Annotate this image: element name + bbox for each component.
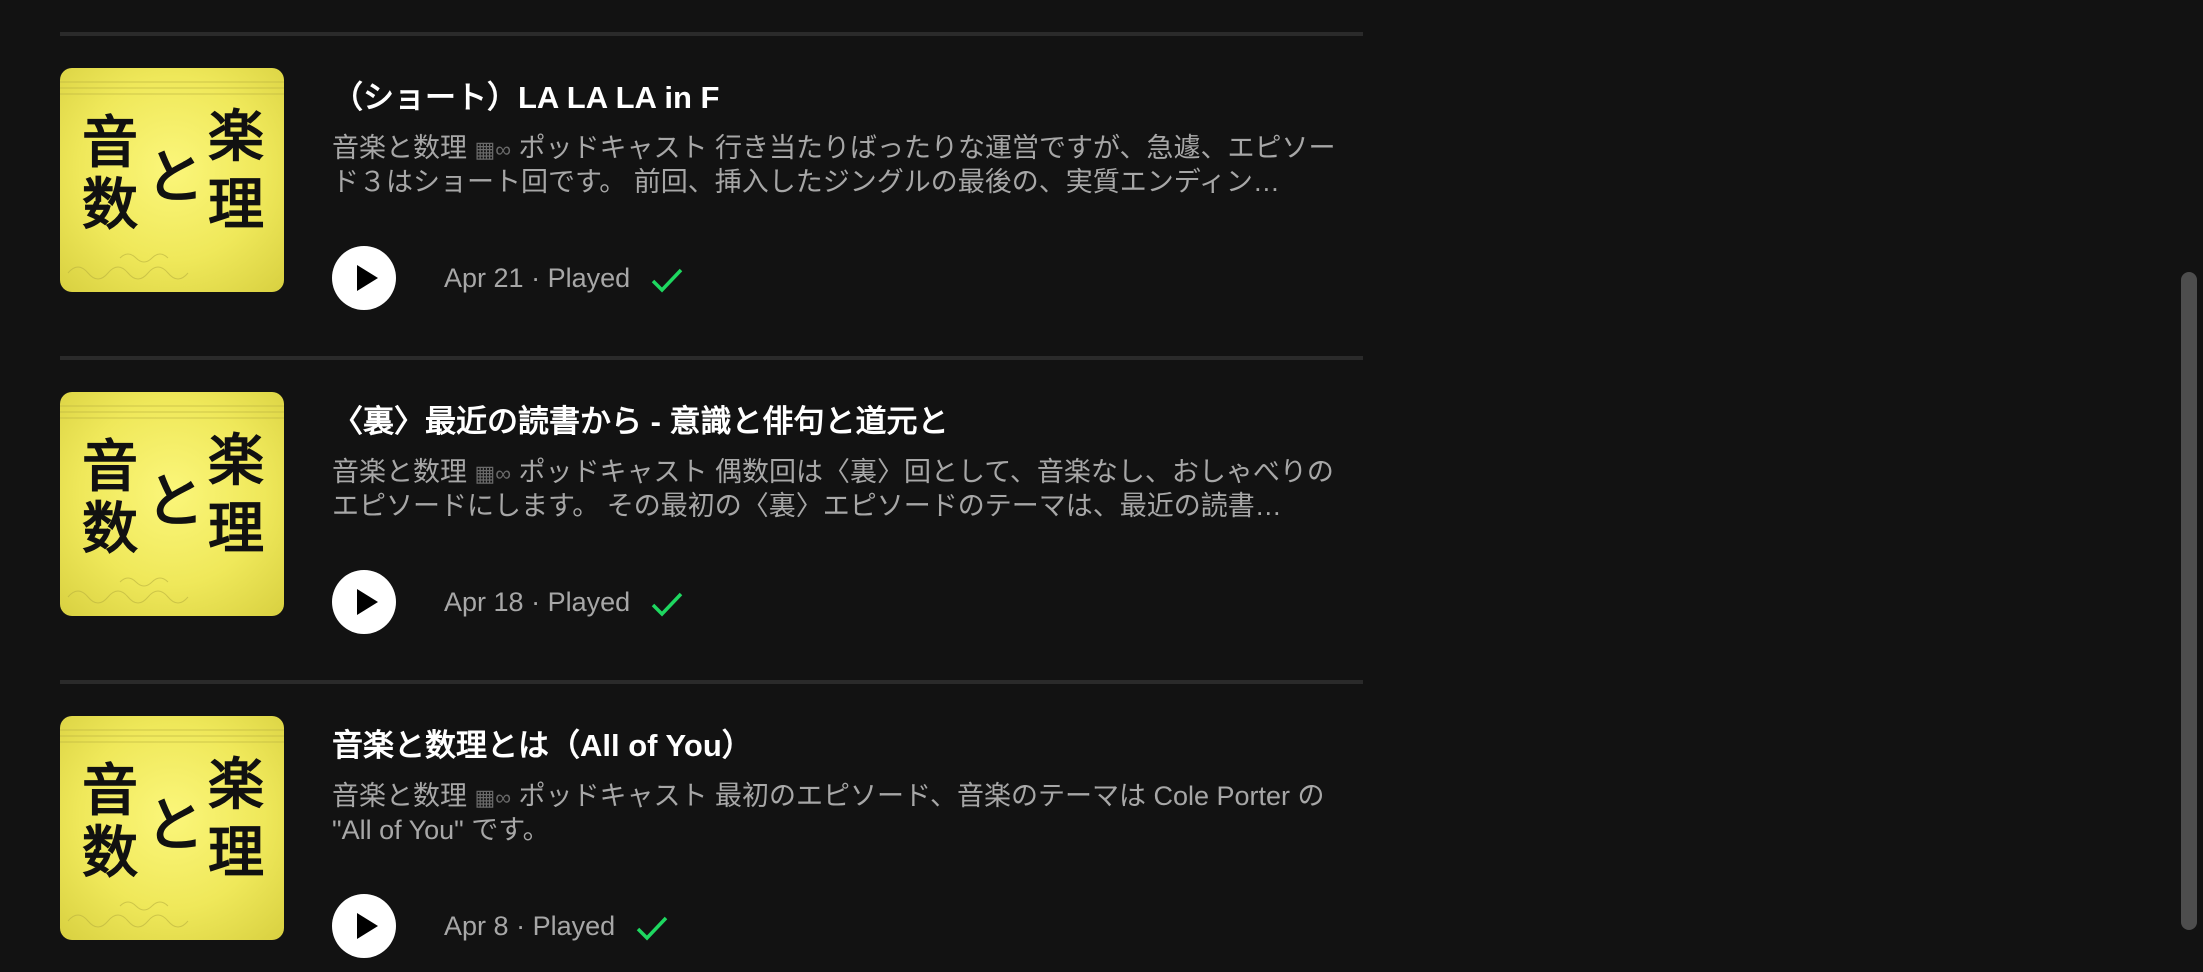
cover-char: 理 bbox=[208, 173, 264, 238]
scrollbar-thumb[interactable] bbox=[2181, 272, 2197, 930]
played-status: Played bbox=[532, 911, 616, 941]
cover-char: と bbox=[146, 467, 205, 535]
meta-separator: · bbox=[516, 911, 526, 941]
play-icon bbox=[357, 589, 378, 615]
checkmark-icon bbox=[651, 268, 682, 293]
episode-row[interactable]: 音 楽 と 数 理 音楽と数理とは（All of You） 音楽と数理 ▦∞ ポ… bbox=[0, 716, 1380, 972]
episode-meta: Apr 8 · Played bbox=[444, 906, 669, 946]
play-button[interactable] bbox=[332, 246, 396, 310]
content-kind: ポッドキャスト bbox=[518, 133, 708, 163]
episode-row[interactable]: 音 楽 と 数 理 〈裏〉最近の読書から - 意識と俳句と道元と 音楽と数理 ▦… bbox=[0, 392, 1380, 692]
episode-title[interactable]: （ショート）LA LA LA in F bbox=[332, 72, 719, 117]
episode-description: 音楽と数理 ▦∞ ポッドキャスト 最初のエピソード、音楽のテーマは Cole P… bbox=[332, 780, 1358, 846]
episode-title[interactable]: 音楽と数理とは（All of You） bbox=[332, 720, 753, 765]
play-button[interactable] bbox=[332, 570, 396, 634]
cover-char: 楽 bbox=[208, 429, 264, 494]
episode-meta: Apr 18 · Played bbox=[444, 582, 684, 622]
play-icon bbox=[357, 913, 378, 939]
podcast-cover-art[interactable]: 音 楽 と 数 理 bbox=[60, 716, 284, 940]
checkmark-icon bbox=[636, 916, 667, 941]
episode-title[interactable]: 〈裏〉最近の読書から - 意識と俳句と道元と bbox=[332, 396, 949, 441]
cover-char: 理 bbox=[208, 821, 264, 886]
cover-char: 数 bbox=[82, 821, 138, 886]
cover-char: 音 bbox=[82, 759, 138, 824]
cover-char: 理 bbox=[208, 497, 264, 562]
cover-char: 音 bbox=[82, 111, 138, 176]
meta-separator: · bbox=[531, 587, 541, 617]
show-badge-icon: ▦∞ bbox=[474, 461, 511, 486]
episode-description: 音楽と数理 ▦∞ ポッドキャスト 行き当たりばったりな運営ですが、急遽、エピソー… bbox=[332, 132, 1358, 198]
episode-date: Apr 18 bbox=[444, 587, 524, 617]
cover-char: 数 bbox=[82, 497, 138, 562]
episode-date: Apr 8 bbox=[444, 911, 509, 941]
show-name[interactable]: 音楽と数理 bbox=[332, 781, 467, 811]
episode-row[interactable]: 音 楽 と 数 理 （ショート）LA LA LA in F 音楽と数理 ▦∞ ポ… bbox=[0, 68, 1380, 368]
cover-char: 数 bbox=[82, 173, 138, 238]
checkmark-icon bbox=[651, 592, 682, 617]
content-kind: ポッドキャスト bbox=[518, 457, 708, 487]
cover-char: 楽 bbox=[208, 105, 264, 170]
divider bbox=[60, 32, 1363, 36]
podcast-cover-art[interactable]: 音 楽 と 数 理 bbox=[60, 392, 284, 616]
episode-meta: Apr 21 · Played bbox=[444, 258, 684, 298]
meta-separator: · bbox=[531, 263, 541, 293]
content-kind: ポッドキャスト bbox=[518, 781, 708, 811]
divider bbox=[60, 356, 1363, 360]
cover-char: と bbox=[146, 143, 205, 211]
show-badge-icon: ▦∞ bbox=[474, 137, 511, 162]
divider bbox=[60, 680, 1363, 684]
show-name[interactable]: 音楽と数理 bbox=[332, 133, 467, 163]
podcast-cover-art[interactable]: 音 楽 と 数 理 bbox=[60, 68, 284, 292]
played-status: Played bbox=[547, 587, 631, 617]
episode-description: 音楽と数理 ▦∞ ポッドキャスト 偶数回は〈裏〉回として、音楽なし、おしゃべりの… bbox=[332, 456, 1358, 522]
show-name[interactable]: 音楽と数理 bbox=[332, 457, 467, 487]
show-badge-icon: ▦∞ bbox=[474, 785, 511, 810]
episode-list-page: 音 楽 と 数 理 （ショート）LA LA LA in F 音楽と数理 ▦∞ ポ… bbox=[0, 0, 2203, 972]
cover-char: と bbox=[146, 791, 205, 859]
cover-char: 音 bbox=[82, 435, 138, 500]
episode-date: Apr 21 bbox=[444, 263, 524, 293]
played-status: Played bbox=[547, 263, 631, 293]
cover-char: 楽 bbox=[208, 753, 264, 818]
play-icon bbox=[357, 265, 378, 291]
play-button[interactable] bbox=[332, 894, 396, 958]
